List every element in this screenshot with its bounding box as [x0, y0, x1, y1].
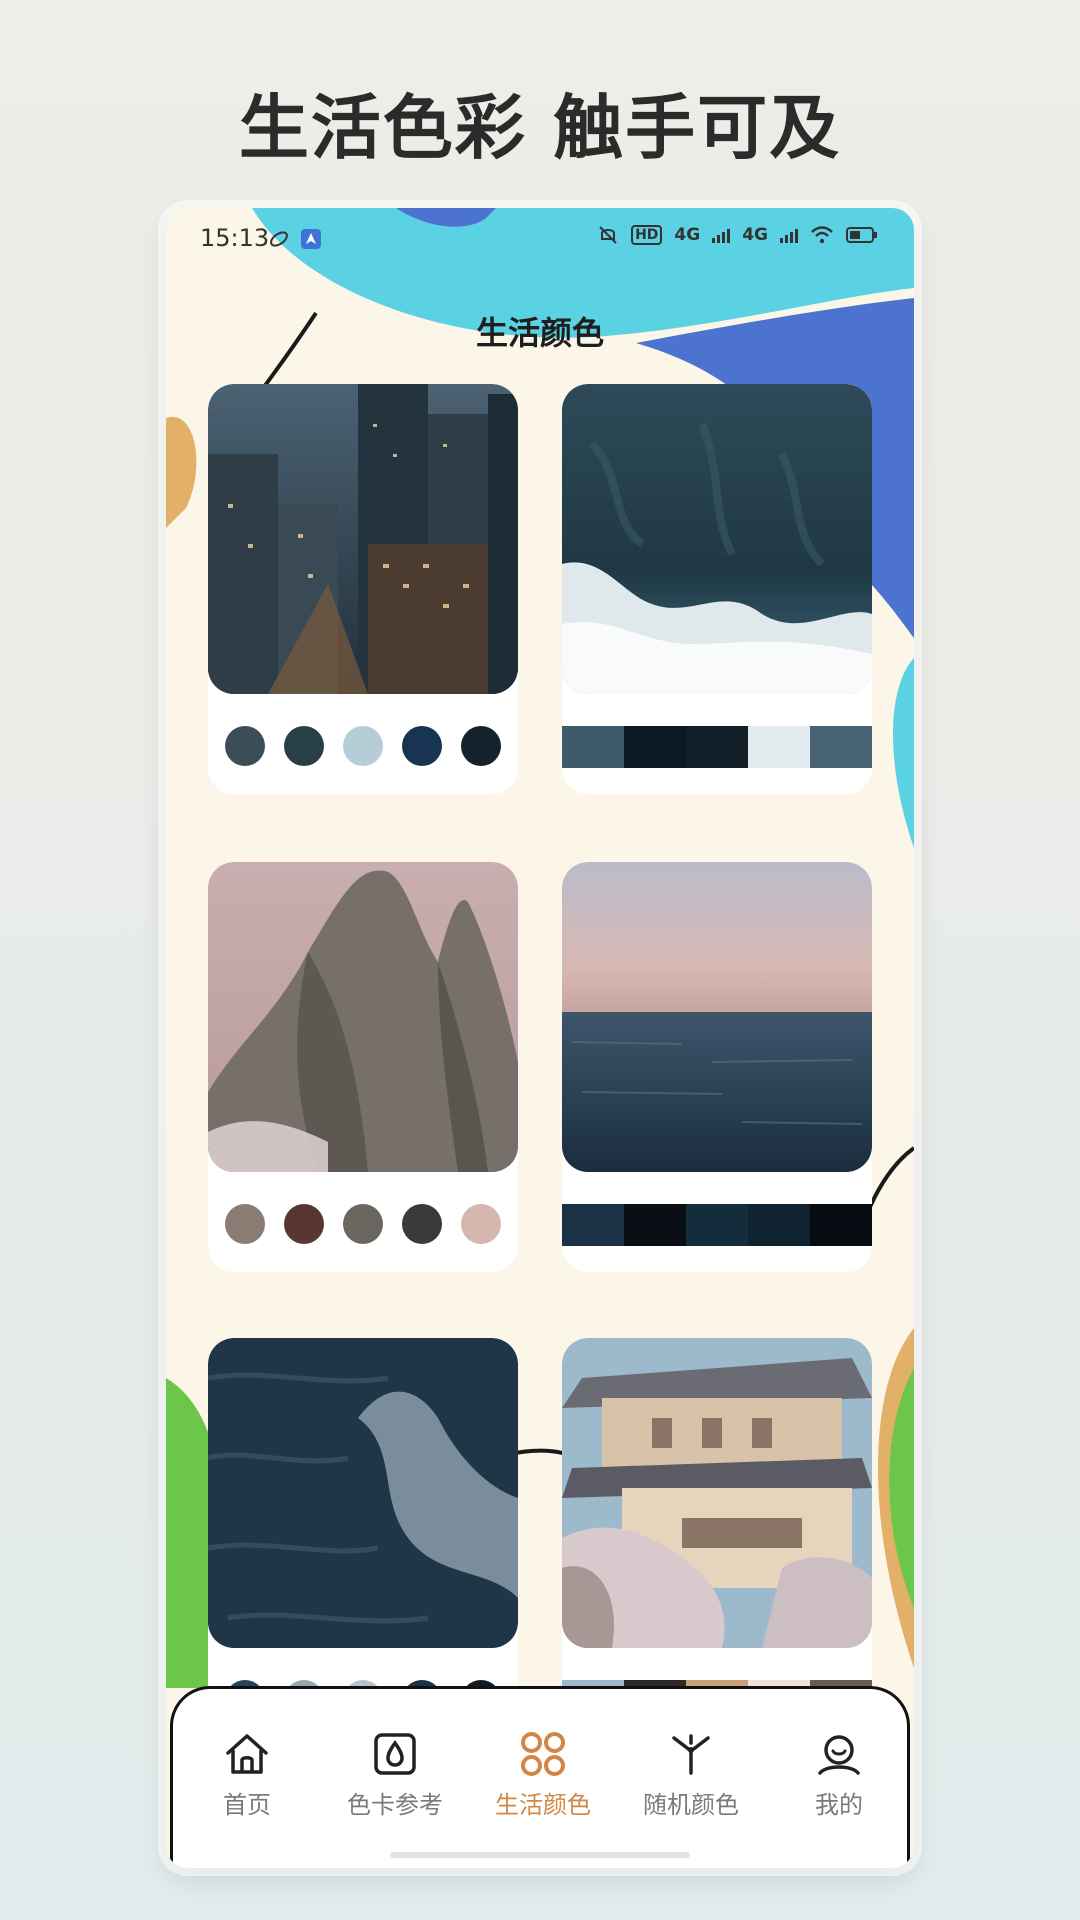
tab-label: 随机颜色 [643, 1791, 739, 1819]
swatch[interactable] [225, 1204, 266, 1244]
color-card-icon [374, 1733, 416, 1775]
swatch[interactable] [624, 1204, 686, 1246]
mute-icon [599, 226, 617, 244]
signal-bars-icon-2 [780, 229, 798, 243]
home-indicator[interactable] [390, 1852, 690, 1858]
city-night-photo [208, 384, 518, 694]
photo-card[interactable] [562, 384, 872, 794]
swatch[interactable] [562, 726, 624, 768]
swatch[interactable] [624, 726, 686, 768]
home-icon [226, 1734, 268, 1774]
tab-color-card[interactable]: 色卡参考 [321, 1729, 469, 1820]
tab-label: 我的 [815, 1791, 863, 1819]
swatch[interactable] [401, 726, 442, 766]
castle-photo [562, 1338, 872, 1648]
signal-4g-2: 4G [742, 225, 768, 245]
tab-life-colors[interactable]: 生活颜色 [469, 1729, 617, 1820]
location-notification-icon [301, 229, 321, 249]
tab-profile[interactable]: 我的 [765, 1729, 913, 1820]
swatch[interactable] [284, 1204, 325, 1244]
palette-dots [208, 1204, 518, 1244]
status-time: 15:13 [200, 224, 270, 252]
tab-label: 色卡参考 [347, 1791, 443, 1819]
palette-strip [562, 1204, 872, 1246]
life-colors-icon [521, 1732, 565, 1776]
app-notification-icon [270, 231, 288, 247]
photo-card[interactable] [208, 384, 518, 794]
signal-bars-icon [712, 229, 731, 243]
swatch[interactable] [460, 726, 501, 766]
swatch[interactable] [748, 1204, 810, 1246]
swatch[interactable] [342, 726, 383, 766]
swatch[interactable] [460, 1204, 501, 1244]
ocean-waves-photo [562, 384, 872, 694]
tab-label: 生活颜色 [495, 1791, 591, 1819]
phone-screen: 15:13 HD 4G 4G 生活颜色 首页 色卡参考 生活颜色 随机颜色 我的 [166, 208, 914, 1868]
tab-label: 首页 [223, 1791, 271, 1819]
palette-strip [562, 726, 872, 768]
signal-4g-1: 4G [674, 225, 701, 245]
palette-dots [208, 726, 518, 766]
random-color-icon [672, 1734, 710, 1775]
promo-headline: 生活色彩 触手可及 [238, 87, 842, 169]
sea-horizon-photo [562, 862, 872, 1172]
profile-icon [818, 1735, 860, 1775]
tab-home[interactable]: 首页 [173, 1729, 321, 1820]
swatch[interactable] [284, 726, 325, 766]
page-title: 生活颜色 [475, 314, 604, 352]
swatch[interactable] [686, 1204, 748, 1246]
photo-card[interactable] [562, 862, 872, 1272]
hd-badge: HD [631, 225, 663, 245]
swatch[interactable] [562, 1204, 624, 1246]
swatch[interactable] [686, 726, 748, 768]
tab-random-color[interactable]: 随机颜色 [617, 1729, 765, 1820]
deep-sea-photo [208, 1338, 518, 1648]
swatch[interactable] [342, 1204, 383, 1244]
swatch[interactable] [810, 1204, 872, 1246]
rocky-peak-photo [208, 862, 518, 1172]
swatch[interactable] [810, 726, 872, 768]
swatch[interactable] [225, 726, 266, 766]
photo-card[interactable] [208, 862, 518, 1272]
status-bar: 15:13 HD 4G 4G [166, 208, 914, 272]
bottom-tab-bar: 首页 色卡参考 生活颜色 随机颜色 我的 [170, 1686, 910, 1868]
wifi-icon [811, 226, 833, 244]
battery-icon [846, 227, 877, 243]
swatch[interactable] [748, 726, 810, 768]
swatch[interactable] [401, 1204, 442, 1244]
